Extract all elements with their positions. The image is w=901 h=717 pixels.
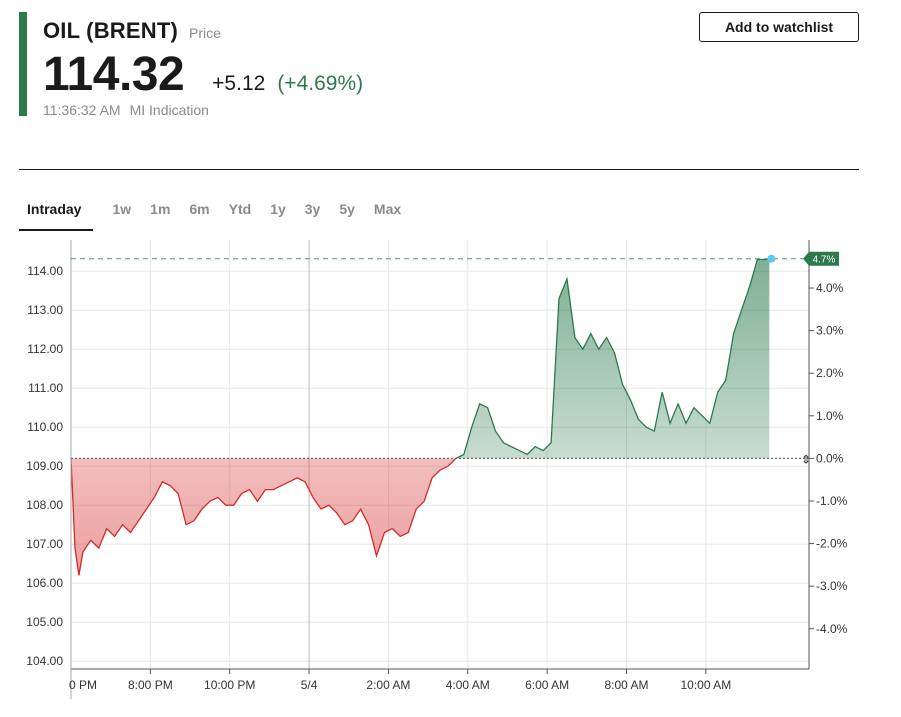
y-tick-label: 106.00	[26, 576, 63, 590]
current-price-marker	[767, 254, 776, 263]
pct-tick-label: 0.0%	[816, 451, 844, 465]
x-tick-label: 2:00 AM	[366, 678, 410, 692]
pct-tick-label: -3.0%	[816, 579, 848, 593]
pct-tick-label: 2.0%	[816, 366, 844, 380]
y-tick-label: 107.00	[26, 537, 63, 551]
x-tick-label: 5/4	[301, 678, 318, 692]
y-tick-label: 110.00	[27, 420, 63, 434]
price-chart[interactable]: 114.00 113.00 112.00 111.00 110.00 109.00 108.…	[0, 0, 901, 717]
y-tick-label: 113.00	[27, 303, 63, 317]
y-tick-label: 112.00	[27, 342, 63, 356]
area-above-baseline	[455, 258, 770, 459]
pct-tick-label: -2.0%	[816, 537, 848, 551]
x-tick-label: 4:00 AM	[446, 678, 490, 692]
x-tick-label: 8:00 AM	[604, 678, 648, 692]
x-tick-label: 6:00 AM	[525, 678, 569, 692]
y-tick-label: 104.00	[26, 654, 63, 668]
pct-tick-label: 1.0%	[816, 409, 844, 423]
x-tick-label: 0 PM	[69, 678, 97, 692]
x-tick-label: 10:00 PM	[204, 678, 255, 692]
y-tick-label: 114.00	[27, 264, 63, 278]
pct-tick-label: 3.0%	[816, 324, 844, 338]
current-pct-label: 4.7%	[813, 255, 836, 266]
y-tick-label: 105.00	[26, 615, 63, 629]
y-tick-label: 111.00	[28, 381, 63, 395]
y-tick-label: 109.00	[26, 459, 63, 473]
y-tick-label: 108.00	[26, 498, 63, 512]
pct-tick-label: -4.0%	[816, 622, 848, 636]
pct-tick-label: -1.0%	[816, 494, 848, 508]
pct-tick-label: 4.0%	[816, 281, 844, 295]
baseline-drag-icon: ⇕	[801, 452, 811, 466]
x-tick-label: 8:00 PM	[128, 678, 173, 692]
x-tick-label: 10:00 AM	[680, 678, 731, 692]
